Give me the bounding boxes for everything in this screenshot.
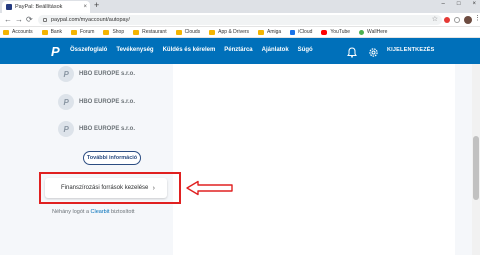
bookmark-accounts[interactable]: Accounts [3,29,33,35]
account-item[interactable]: P HBO EUROPE s.r.o. [58,94,135,110]
url-text: paypal.com/myaccount/autopay/ [51,17,130,23]
page-scrollbar[interactable] [472,64,480,255]
account-name: HBO EUROPE s.r.o. [79,99,136,105]
folder-icon [258,29,265,35]
svg-text:P: P [64,125,70,133]
chevron-right-icon: › [152,184,155,192]
bookmark-youtube[interactable]: YouTube [321,29,350,35]
window-controls: – □ × [442,1,476,7]
bookmark-amiga[interactable]: Amiga [258,29,281,35]
clearbit-link[interactable]: Clearbit [91,209,110,215]
manage-funding-sources-label: Finanszírozási források kezelése [61,185,149,191]
wallhere-icon [359,29,365,35]
forward-button[interactable]: → [15,15,23,24]
paypal-account-icon: P [58,66,74,82]
bookmark-shop[interactable]: Shop [103,29,124,35]
more-info-label: További információ [86,155,138,161]
folder-icon [3,29,9,35]
annotation-arrow-icon [186,180,233,196]
folder-icon [209,29,216,35]
back-button[interactable]: ← [4,15,12,24]
account-name: HBO EUROPE s.r.o. [79,71,136,77]
folder-icon [41,29,48,35]
apple-icon [290,29,296,35]
folder-icon [70,29,77,35]
more-info-button[interactable]: További információ [83,151,141,165]
bookmark-star-icon[interactable]: ☆ [432,15,438,23]
nav-wallet[interactable]: Pénztárca [224,47,252,53]
tab-close-icon[interactable]: × [83,4,87,10]
paypal-account-icon: P [58,94,74,110]
youtube-icon [321,29,328,35]
paypal-favicon-icon [6,4,12,10]
tab-title: PayPal: Beállítások [15,4,63,10]
bookmarks-bar: Accounts Bank Forum Shop Restaurant Clou… [0,27,480,38]
paypal-account-icon: P [58,121,74,137]
lock-icon [43,18,47,22]
nav-activity[interactable]: Tevékenység [116,47,153,53]
account-item[interactable]: P HBO EUROPE s.r.o. [58,66,135,82]
maximize-button[interactable]: □ [457,1,461,7]
bookmark-icloud[interactable]: iCloud [290,29,312,35]
nav-help[interactable]: Súgó [298,47,313,53]
bookmark-app-drivers[interactable]: App & Drivers [209,29,249,35]
opera-extension-icon[interactable] [444,17,450,23]
bookmark-wallhere[interactable]: WallHere [359,29,387,35]
gear-icon[interactable] [368,45,379,63]
folder-icon [103,29,110,35]
close-window-button[interactable]: × [472,1,476,7]
address-bar-row: ← → ⟳ paypal.com/myaccount/autopay/ ☆ ⋮ [0,13,480,27]
bookmark-forum[interactable]: Forum [70,29,94,35]
reload-button[interactable]: ⟳ [26,15,33,24]
folder-icon [133,29,140,35]
nav-send-request[interactable]: Küldés és kérelem [163,47,216,53]
account-name: HBO EUROPE s.r.o. [79,126,136,132]
extension-icon[interactable] [454,17,460,23]
folder-icon [175,29,182,35]
new-tab-button[interactable]: + [94,0,99,10]
scrollbar-thumb[interactable] [473,136,479,200]
bell-icon[interactable] [347,45,357,63]
bookmark-bank[interactable]: Bank [41,29,62,35]
manage-funding-sources-button[interactable]: Finanszírozási források kezelése › [45,178,167,198]
logout-link[interactable]: KIJELENTKEZÉS [387,47,435,53]
browser-tab[interactable]: PayPal: Beállítások × [2,1,90,13]
svg-text:P: P [64,98,70,106]
main-nav: Összefoglaló Tevékenység Küldés és kérel… [70,47,322,53]
paypal-header: P Összefoglaló Tevékenység Küldés és kér… [0,38,480,64]
svg-text:P: P [64,70,70,78]
bookmark-clouds[interactable]: Clouds [175,29,200,35]
logo-credit-note: Néhány logót a Clearbit biztosított [52,209,135,215]
browser-menu-icon[interactable]: ⋮ [474,14,480,22]
bookmark-restaurant[interactable]: Restaurant [133,29,167,35]
nav-offers[interactable]: Ajánlatok [262,47,289,53]
browser-tab-bar: PayPal: Beállítások × + – □ × [0,0,480,13]
minimize-button[interactable]: – [442,1,445,7]
content-panel [173,64,455,255]
nav-summary[interactable]: Összefoglaló [70,47,107,53]
profile-avatar[interactable] [464,16,472,24]
paypal-logo-icon[interactable]: P [51,44,60,59]
account-item[interactable]: P HBO EUROPE s.r.o. [58,121,135,137]
url-input[interactable]: paypal.com/myaccount/autopay/ ☆ [38,15,442,25]
